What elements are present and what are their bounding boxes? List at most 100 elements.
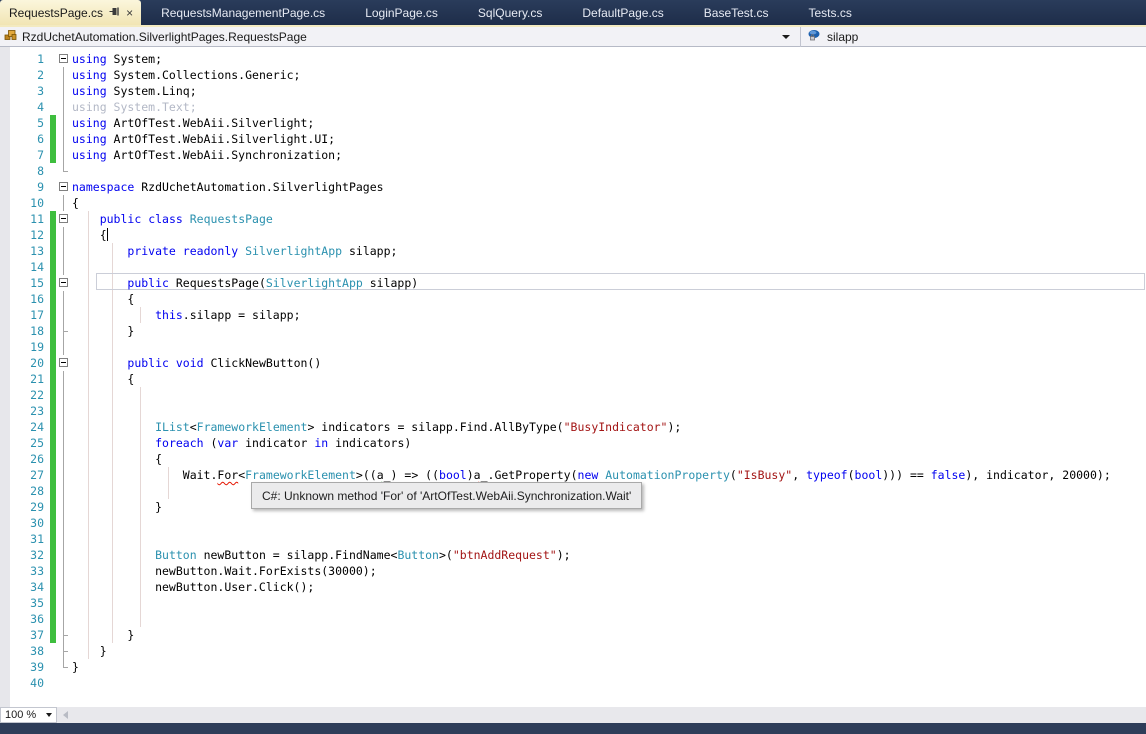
code-line: 3 using System.Linq; bbox=[10, 83, 1146, 99]
horizontal-scrollbar[interactable]: 100 % bbox=[0, 707, 1146, 723]
code-text: { bbox=[72, 371, 1146, 387]
fold-margin bbox=[56, 115, 72, 131]
code-line: 13 private readonly SilverlightApp silap… bbox=[10, 243, 1146, 259]
class-icon bbox=[4, 29, 17, 44]
line-number: 20 bbox=[10, 355, 50, 371]
code-line: 27 Wait.For<FrameworkElement>((a_) => ((… bbox=[10, 467, 1146, 483]
zoom-level-dropdown[interactable]: 100 % bbox=[0, 707, 57, 723]
line-number: 12 bbox=[10, 227, 50, 243]
code-line: 21 { bbox=[10, 371, 1146, 387]
code-text: namespace RzdUchetAutomation.Silverlight… bbox=[72, 179, 1146, 195]
code-line: 18 } bbox=[10, 323, 1146, 339]
code-line: 17 this.silapp = silapp; bbox=[10, 307, 1146, 323]
code-text bbox=[72, 259, 1146, 275]
member-dropdown[interactable]: silapp bbox=[801, 27, 1146, 46]
line-number: 3 bbox=[10, 83, 50, 99]
fold-margin bbox=[56, 387, 72, 403]
fold-margin bbox=[56, 163, 72, 179]
code-line: 39} bbox=[10, 659, 1146, 675]
status-bar bbox=[0, 723, 1146, 734]
fold-margin bbox=[56, 547, 72, 563]
fold-margin bbox=[56, 67, 72, 83]
line-number: 14 bbox=[10, 259, 50, 275]
tab-active-label: RequestsPage.cs bbox=[9, 6, 103, 20]
fold-margin bbox=[56, 467, 72, 483]
fold-margin bbox=[56, 99, 72, 115]
fold-margin bbox=[56, 435, 72, 451]
code-line: 25 foreach (var indicator in indicators) bbox=[10, 435, 1146, 451]
code-text: using System.Collections.Generic; bbox=[72, 67, 1146, 83]
code-editor[interactable]: 1 using System; 2 using System.Collections.… bbox=[0, 47, 1146, 707]
line-number: 31 bbox=[10, 531, 50, 547]
close-icon[interactable]: × bbox=[126, 8, 133, 18]
fold-margin bbox=[56, 419, 72, 435]
code-line: 37 } bbox=[10, 627, 1146, 643]
code-line: 1 using System; bbox=[10, 51, 1146, 67]
code-text: foreach (var indicator in indicators) bbox=[72, 435, 1146, 451]
tab-basetest[interactable]: BaseTest.cs bbox=[684, 0, 789, 25]
fold-margin bbox=[56, 451, 72, 467]
line-number: 21 bbox=[10, 371, 50, 387]
fold-collapse-icon[interactable] bbox=[56, 51, 72, 67]
code-text bbox=[72, 163, 1146, 179]
code-text bbox=[72, 531, 1146, 547]
code-text: } bbox=[72, 659, 1146, 675]
chevron-down-icon bbox=[46, 713, 52, 717]
tab-sqlquery[interactable]: SqlQuery.cs bbox=[458, 0, 562, 25]
code-line: 5using ArtOfTest.WebAii.Silverlight; bbox=[10, 115, 1146, 131]
line-number: 23 bbox=[10, 403, 50, 419]
line-number: 30 bbox=[10, 515, 50, 531]
code-text: using ArtOfTest.WebAii.Silverlight.UI; bbox=[72, 131, 1146, 147]
pin-icon[interactable] bbox=[109, 6, 120, 20]
line-number: 1 bbox=[10, 51, 50, 67]
fold-collapse-icon[interactable] bbox=[56, 355, 72, 371]
code-lines: 1 using System; 2 using System.Collections.… bbox=[10, 51, 1146, 691]
fold-margin bbox=[56, 675, 72, 691]
code-text bbox=[72, 675, 1146, 691]
line-number: 40 bbox=[10, 675, 50, 691]
line-number: 34 bbox=[10, 579, 50, 595]
fold-collapse-icon[interactable] bbox=[56, 275, 72, 291]
tab-defaultpage[interactable]: DefaultPage.cs bbox=[562, 0, 683, 25]
line-number: 17 bbox=[10, 307, 50, 323]
code-line: 38 } bbox=[10, 643, 1146, 659]
fold-margin bbox=[56, 595, 72, 611]
tab-requestsmanagementpage[interactable]: RequestsManagementPage.cs bbox=[141, 0, 345, 25]
line-number: 18 bbox=[10, 323, 50, 339]
fold-margin bbox=[56, 371, 72, 387]
fold-margin bbox=[56, 659, 72, 675]
fold-margin bbox=[56, 147, 72, 163]
line-number: 35 bbox=[10, 595, 50, 611]
code-text: using System; bbox=[72, 51, 1146, 67]
fold-margin bbox=[56, 579, 72, 595]
fold-margin bbox=[56, 243, 72, 259]
line-number: 28 bbox=[10, 483, 50, 499]
code-text bbox=[72, 595, 1146, 611]
code-text: } bbox=[72, 627, 1146, 643]
tab-requestspage[interactable]: RequestsPage.cs × bbox=[0, 0, 141, 25]
scroll-left-icon[interactable] bbox=[63, 711, 68, 719]
tab-tests[interactable]: Tests.cs bbox=[788, 0, 871, 25]
code-line: 15 public RequestsPage(SilverlightApp si… bbox=[10, 275, 1146, 291]
fold-margin bbox=[56, 611, 72, 627]
editor-navigation-bar: RzdUchetAutomation.SilverlightPages.Requ… bbox=[0, 27, 1146, 47]
code-text: using System.Linq; bbox=[72, 83, 1146, 99]
zoom-level-value: 100 % bbox=[5, 709, 42, 721]
fold-margin bbox=[56, 483, 72, 499]
tab-loginpage[interactable]: LoginPage.cs bbox=[345, 0, 458, 25]
code-line: 36 bbox=[10, 611, 1146, 627]
fold-margin bbox=[56, 531, 72, 547]
code-text: newButton.User.Click(); bbox=[72, 579, 1146, 595]
fold-collapse-icon[interactable] bbox=[56, 211, 72, 227]
line-number: 6 bbox=[10, 131, 50, 147]
line-number: 2 bbox=[10, 67, 50, 83]
code-line: 32 Button newButton = silapp.FindName<Bu… bbox=[10, 547, 1146, 563]
code-text: Wait.For<FrameworkElement>((a_) => ((boo… bbox=[72, 467, 1146, 483]
fold-collapse-icon[interactable] bbox=[56, 179, 72, 195]
chevron-down-icon[interactable] bbox=[782, 35, 790, 39]
code-line: 35 bbox=[10, 595, 1146, 611]
code-line: 30 bbox=[10, 515, 1146, 531]
type-dropdown[interactable]: RzdUchetAutomation.SilverlightPages.Requ… bbox=[0, 27, 800, 46]
code-text: public RequestsPage(SilverlightApp silap… bbox=[72, 275, 1146, 291]
fold-margin bbox=[56, 323, 72, 339]
